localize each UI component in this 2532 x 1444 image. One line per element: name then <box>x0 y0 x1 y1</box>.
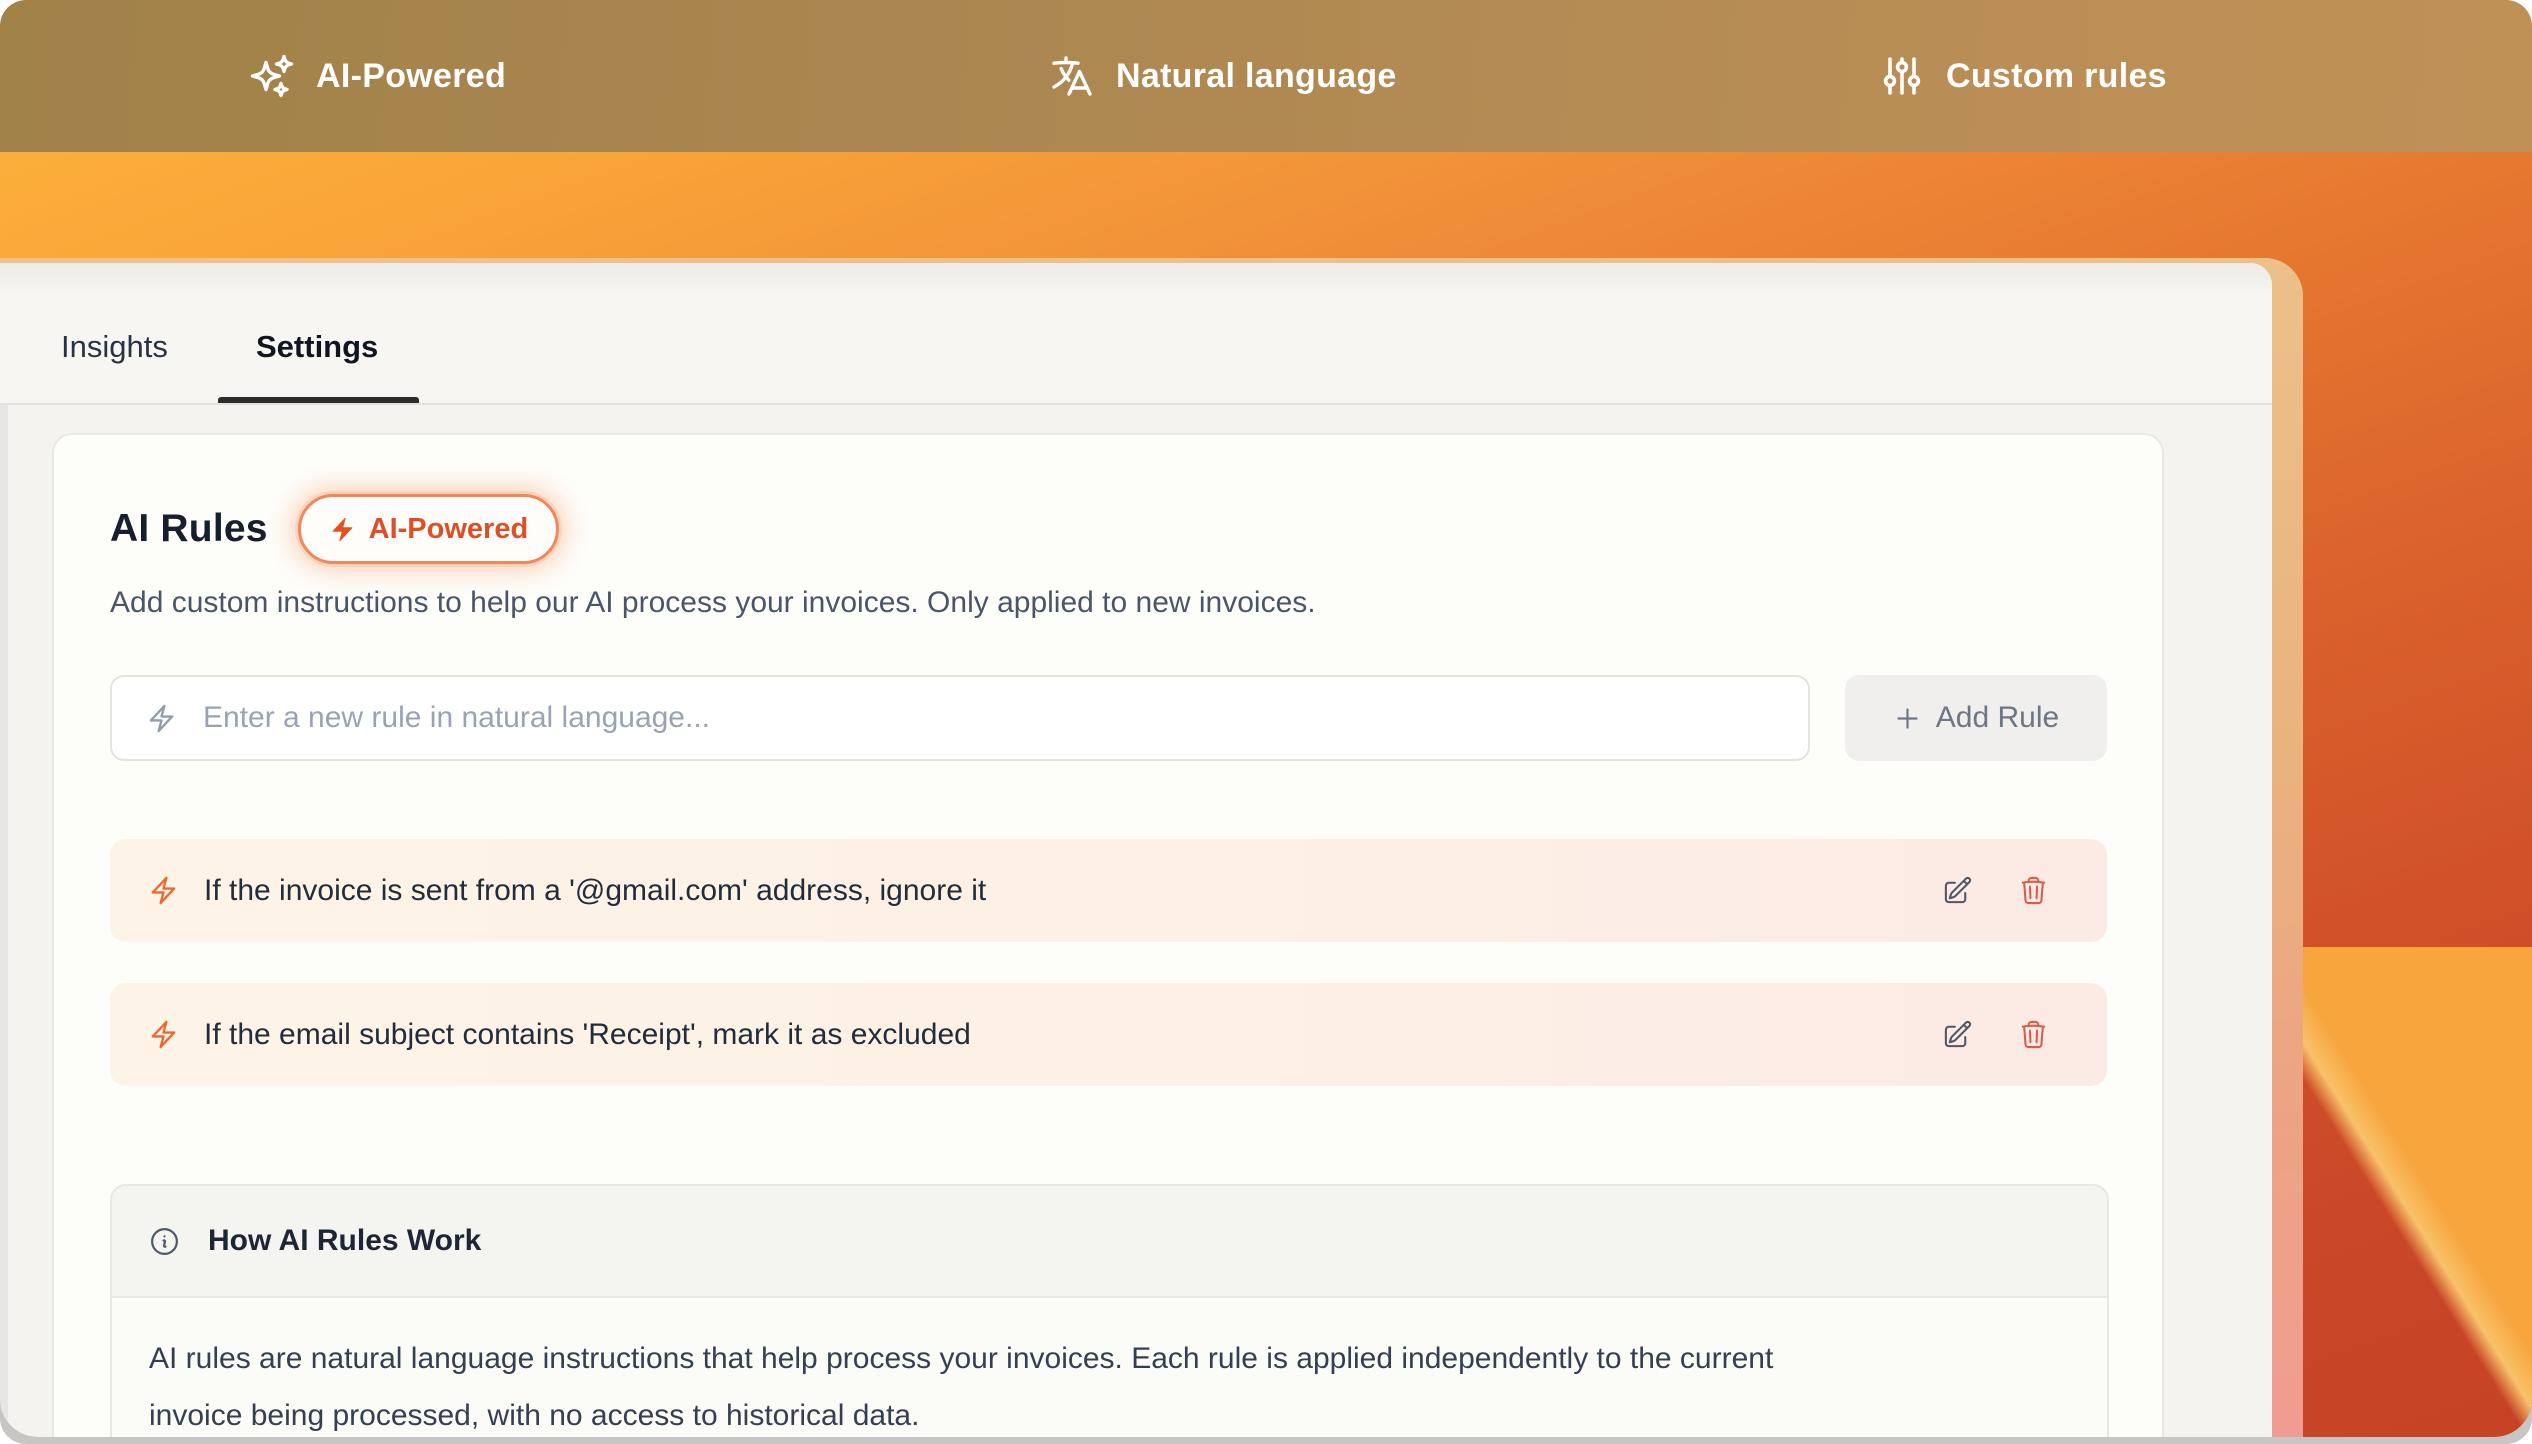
feature-item-natural-language: Natural language <box>1048 0 1397 152</box>
info-box-body: AI rules are natural language instructio… <box>112 1298 2107 1437</box>
rule-input-field[interactable] <box>110 675 1810 761</box>
rule-text: If the email subject contains 'Receipt',… <box>204 1018 971 1052</box>
edit-icon[interactable] <box>1942 875 1973 906</box>
info-box-header: How AI Rules Work <box>112 1186 2107 1298</box>
badge-label: AI-Powered <box>369 513 529 546</box>
info-box-text: AI rules are natural language instructio… <box>149 1330 2067 1437</box>
ai-rules-title-row: AI Rules AI-Powered <box>110 487 559 571</box>
bolt-icon <box>329 516 356 543</box>
rule-input[interactable] <box>203 677 1808 759</box>
tab-bar: Insights Settings <box>0 263 2272 405</box>
feature-label: Custom rules <box>1946 57 2167 96</box>
rule-row: If the invoice is sent from a '@gmail.co… <box>110 839 2107 942</box>
feature-item-custom-rules: Custom rules <box>1878 0 2167 152</box>
sliders-icon <box>1878 52 1926 100</box>
bolt-icon <box>148 875 179 906</box>
feature-item-ai-powered: AI-Powered <box>248 0 506 152</box>
feature-label: AI-Powered <box>316 57 506 96</box>
ai-powered-badge: AI-Powered <box>298 494 560 564</box>
edit-icon[interactable] <box>1942 1019 1973 1050</box>
info-box-title: How AI Rules Work <box>208 1224 481 1258</box>
screenshot-stage: AI-Powered Natural language Custom rules <box>0 0 2532 1444</box>
app-window: Insights Settings AI Rules AI-Powered Ad… <box>0 263 2272 1437</box>
language-icon <box>1048 52 1096 100</box>
how-ai-rules-work-box: How AI Rules Work AI rules are natural l… <box>110 1184 2109 1437</box>
rule-row: If the email subject contains 'Receipt',… <box>110 983 2107 1086</box>
bolt-icon <box>148 1019 179 1050</box>
trash-icon[interactable] <box>2018 1019 2049 1050</box>
desktop-wallpaper: AI-Powered Natural language Custom rules <box>0 0 2532 1437</box>
ai-rules-card: AI Rules AI-Powered Add custom instructi… <box>52 433 2164 1437</box>
tab-settings[interactable]: Settings <box>256 293 378 401</box>
tab-insights[interactable]: Insights <box>61 293 168 401</box>
panel-description: Add custom instructions to help our AI p… <box>110 586 1316 620</box>
info-circle-icon <box>148 1225 181 1258</box>
add-rule-label: Add Rule <box>1936 701 2059 735</box>
plus-icon <box>1893 704 1922 733</box>
rule-actions <box>1942 1019 2107 1050</box>
window-left-edge <box>0 263 8 1437</box>
feature-bar: AI-Powered Natural language Custom rules <box>0 0 2532 152</box>
rule-actions <box>1942 875 2107 906</box>
feature-label: Natural language <box>1116 57 1397 96</box>
rule-text: If the invoice is sent from a '@gmail.co… <box>204 874 986 908</box>
add-rule-button[interactable]: Add Rule <box>1845 675 2107 761</box>
page-title: AI Rules <box>110 507 268 551</box>
active-tab-underline <box>218 397 419 403</box>
bolt-icon <box>146 703 177 734</box>
trash-icon[interactable] <box>2018 875 2049 906</box>
sparkles-icon <box>248 52 296 100</box>
